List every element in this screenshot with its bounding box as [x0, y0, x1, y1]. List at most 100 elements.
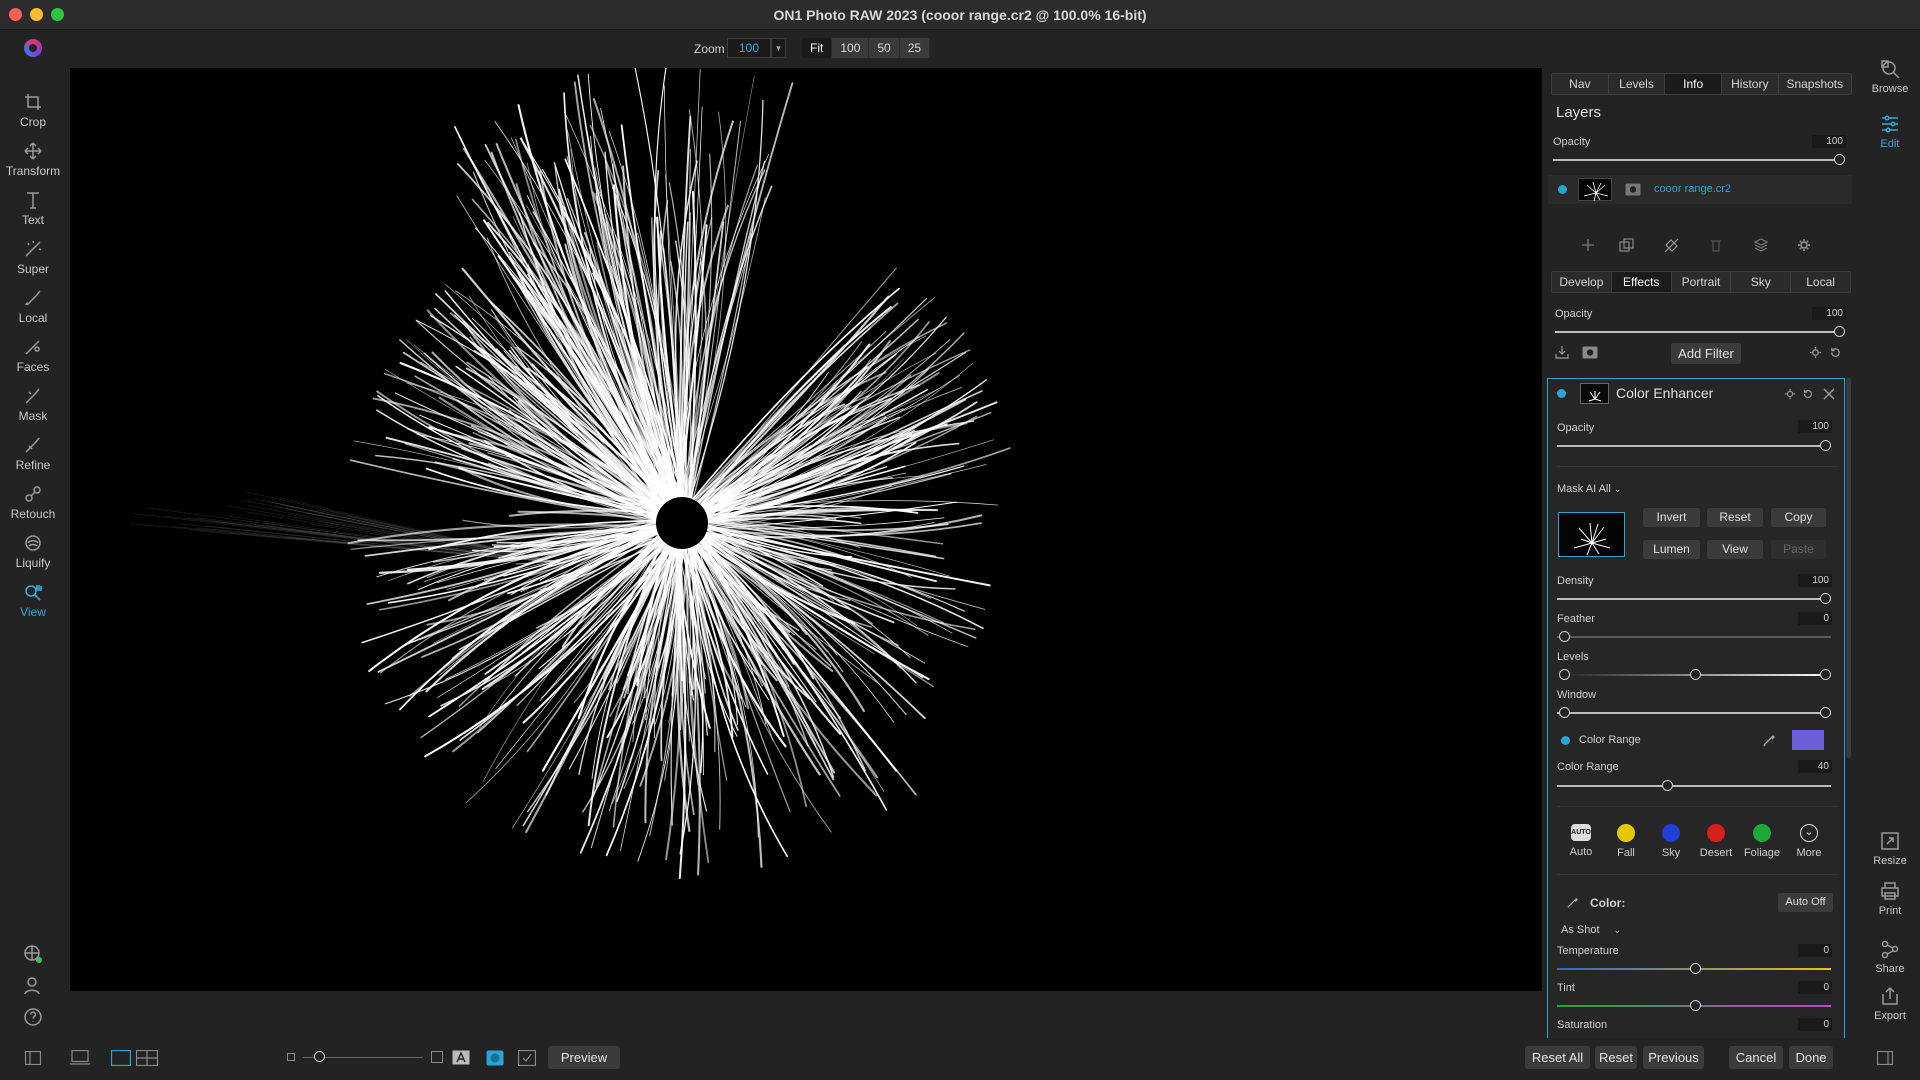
temperature-value[interactable]: 0: [1798, 944, 1832, 957]
effects-opacity-slider[interactable]: [1555, 331, 1843, 333]
layer-settings-gear-icon[interactable]: [1797, 238, 1811, 252]
density-slider[interactable]: [1557, 598, 1831, 600]
filter-opacity-value[interactable]: 100: [1798, 420, 1832, 433]
help-icon[interactable]: [22, 1006, 44, 1028]
previous-button[interactable]: Previous: [1643, 1046, 1704, 1069]
feather-knob[interactable]: [1559, 631, 1570, 642]
tool-mask[interactable]: Mask: [0, 386, 66, 434]
density-knob[interactable]: [1820, 593, 1831, 604]
tab-history[interactable]: History: [1722, 74, 1779, 94]
tool-transform[interactable]: Transform: [0, 141, 66, 189]
merge-layers-icon[interactable]: [1753, 237, 1769, 253]
done-button[interactable]: Done: [1789, 1046, 1833, 1069]
import-preset-icon[interactable]: [1555, 345, 1569, 359]
app-logo-icon[interactable]: [24, 39, 42, 57]
auto-off-button[interactable]: Auto Off: [1778, 893, 1833, 912]
tool-view[interactable]: View: [0, 582, 66, 630]
eyedropper-icon[interactable]: [1762, 733, 1776, 747]
tool-local[interactable]: Local: [0, 288, 66, 336]
single-view-icon[interactable]: [111, 1050, 131, 1066]
effects-opacity-value[interactable]: 100: [1812, 307, 1846, 320]
preset-sky[interactable]: Sky: [1651, 824, 1691, 859]
tab-develop[interactable]: Develop: [1552, 272, 1612, 292]
tool-liquify[interactable]: Liquify: [0, 533, 66, 581]
temperature-knob[interactable]: [1690, 963, 1701, 974]
duplicate-layer-icon[interactable]: [1619, 238, 1634, 253]
color-range-slider[interactable]: [1557, 785, 1831, 787]
tool-super[interactable]: Super: [0, 239, 66, 287]
filter-mask-icon[interactable]: [1582, 346, 1598, 359]
window-left-knob[interactable]: [1559, 707, 1570, 718]
preset-desert[interactable]: Desert: [1696, 824, 1736, 859]
tool-text[interactable]: Text: [0, 190, 66, 238]
zoom-fit-button[interactable]: Fit: [802, 38, 833, 58]
tab-effects[interactable]: Effects: [1611, 272, 1672, 292]
tab-info[interactable]: Info: [1665, 74, 1722, 94]
module-edit[interactable]: Edit: [1860, 113, 1920, 150]
thumbnail-size-knob[interactable]: [314, 1051, 325, 1062]
levels-white-knob[interactable]: [1820, 669, 1831, 680]
feather-value[interactable]: 0: [1798, 612, 1832, 625]
mask-overlay-icon[interactable]: [486, 1050, 504, 1066]
tool-faces[interactable]: Faces: [0, 337, 66, 385]
filter-reset-icon[interactable]: [1802, 388, 1814, 400]
feather-slider[interactable]: [1557, 636, 1831, 638]
preset-more[interactable]: ⌄ More: [1789, 824, 1829, 859]
tool-refine[interactable]: Refine: [0, 435, 66, 483]
window-slider[interactable]: [1557, 712, 1831, 714]
reset-all-button[interactable]: Reset All: [1525, 1046, 1590, 1069]
layers-opacity-knob[interactable]: [1834, 154, 1845, 165]
window-right-knob[interactable]: [1820, 707, 1831, 718]
color-range-swatch[interactable]: [1792, 730, 1824, 750]
account-icon[interactable]: [22, 975, 44, 997]
saturation-value[interactable]: 0: [1798, 1018, 1832, 1031]
color-range-knob[interactable]: [1662, 780, 1673, 791]
panel-scrollbar[interactable]: [1846, 378, 1851, 758]
compare-view-icon[interactable]: [136, 1050, 158, 1066]
tint-value[interactable]: 0: [1798, 981, 1832, 994]
module-print[interactable]: Print: [1860, 880, 1920, 917]
text-overlay-icon[interactable]: [452, 1050, 470, 1065]
mask-thumbnail[interactable]: [1558, 512, 1625, 557]
tab-local[interactable]: Local: [1791, 272, 1850, 292]
zoom-input[interactable]: 100: [727, 38, 771, 58]
effects-settings-gear-icon[interactable]: [1809, 346, 1822, 359]
filter-opacity-slider[interactable]: [1557, 445, 1831, 447]
layer-row[interactable]: cooor range.cr2: [1548, 175, 1852, 204]
thumbnail-large-icon[interactable]: [431, 1051, 443, 1063]
zoom-25-button[interactable]: 25: [900, 38, 931, 58]
layer-name[interactable]: cooor range.cr2: [1654, 183, 1731, 195]
tab-snapshots[interactable]: Snapshots: [1779, 74, 1851, 94]
layer-visibility-dot[interactable]: [1558, 185, 1567, 194]
cancel-button[interactable]: Cancel: [1729, 1046, 1783, 1069]
zoom-50-button[interactable]: 50: [869, 38, 900, 58]
delete-layer-icon[interactable]: [1709, 238, 1723, 253]
levels-mid-knob[interactable]: [1690, 669, 1701, 680]
grid-sync-icon[interactable]: [22, 943, 44, 965]
preset-foliage[interactable]: Foliage: [1742, 824, 1782, 859]
tab-nav[interactable]: Nav: [1552, 74, 1609, 94]
color-range-toggle-dot[interactable]: [1561, 736, 1570, 745]
filter-visibility-dot[interactable]: [1557, 389, 1566, 398]
module-browse[interactable]: Browse: [1860, 58, 1920, 95]
tab-portrait[interactable]: Portrait: [1672, 272, 1732, 292]
filmstrip-icon[interactable]: [69, 1050, 91, 1066]
tool-crop[interactable]: Crop: [0, 92, 66, 140]
fill-layer-icon[interactable]: [1663, 237, 1680, 254]
copy-mask-button[interactable]: Copy: [1771, 508, 1826, 527]
zoom-dropdown-chevron-icon[interactable]: ▾: [771, 38, 786, 58]
filter-close-icon[interactable]: [1823, 388, 1835, 400]
zoom-100-button[interactable]: 100: [832, 38, 870, 58]
layers-opacity-value[interactable]: 100: [1812, 135, 1846, 148]
layer-mask-icon[interactable]: [1625, 183, 1641, 196]
image-canvas[interactable]: [70, 68, 1542, 991]
layers-opacity-slider[interactable]: [1553, 159, 1843, 161]
tab-levels[interactable]: Levels: [1609, 74, 1666, 94]
effects-opacity-knob[interactable]: [1834, 326, 1845, 337]
view-mask-button[interactable]: View: [1707, 540, 1763, 559]
module-export[interactable]: Export: [1860, 985, 1920, 1022]
filter-opacity-knob[interactable]: [1820, 440, 1831, 451]
color-eyedropper-icon[interactable]: [1566, 896, 1579, 909]
toggle-left-panel-icon[interactable]: [25, 1051, 41, 1065]
levels-black-knob[interactable]: [1559, 669, 1570, 680]
